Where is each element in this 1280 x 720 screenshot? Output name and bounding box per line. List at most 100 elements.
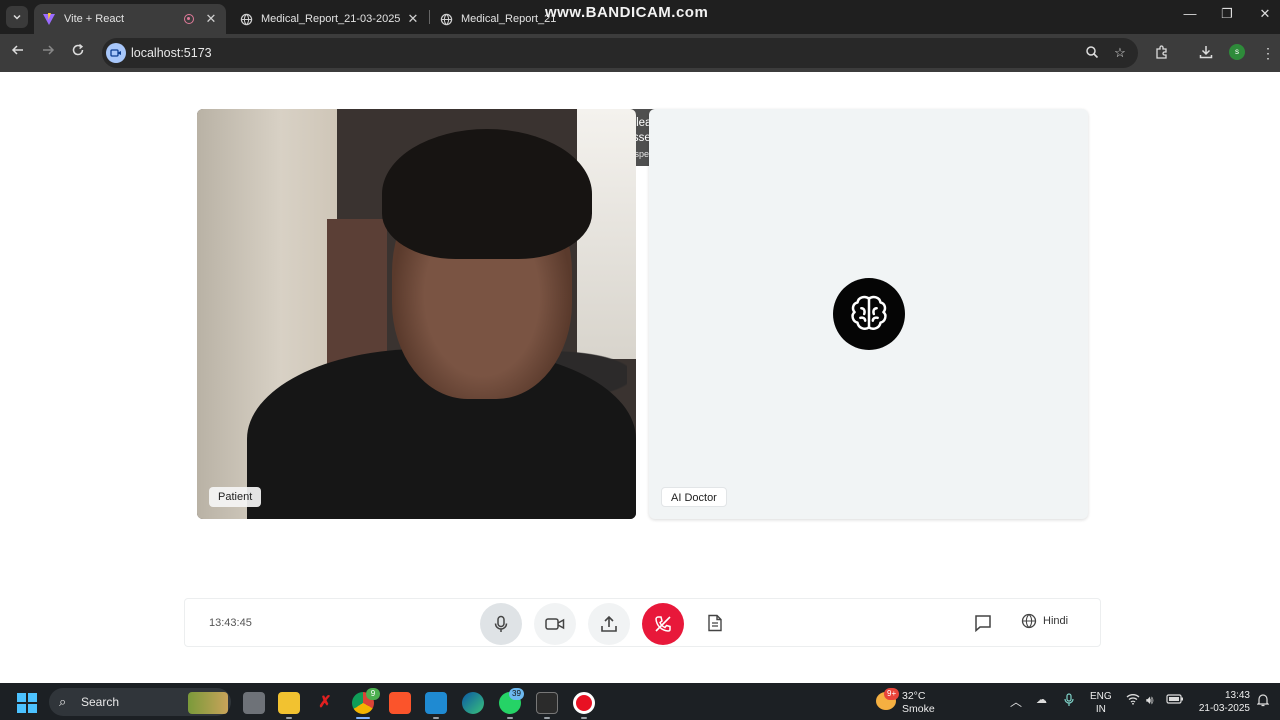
brain-icon xyxy=(851,295,887,330)
tab-medical-report-1[interactable]: Medical_Report_21-03-2025 (1) ✕ xyxy=(232,4,428,34)
video-camera-icon xyxy=(545,618,565,630)
arrow-left-icon xyxy=(11,45,23,55)
input-language-indicator[interactable]: ENG IN xyxy=(1090,690,1112,716)
close-window-icon[interactable]: ✕ xyxy=(1253,6,1277,22)
task-view-icon[interactable] xyxy=(243,692,265,714)
arrow-right-icon xyxy=(43,45,55,55)
tab-vite-react[interactable]: Vite + React ✕ xyxy=(34,4,226,34)
forward-button[interactable] xyxy=(37,42,59,64)
chat-button[interactable] xyxy=(971,611,995,635)
search-label: Search xyxy=(81,695,120,709)
whatsapp-badge: 39 xyxy=(509,688,524,700)
address-bar[interactable]: localhost:5173 ☆ xyxy=(102,38,1138,68)
microphone-icon xyxy=(494,615,508,632)
profile-avatar[interactable]: s xyxy=(1229,44,1245,60)
temperature: 32°C xyxy=(902,690,926,702)
wifi-icon[interactable] xyxy=(1126,693,1140,708)
running-indicator xyxy=(544,717,550,719)
end-call-button[interactable] xyxy=(642,603,684,645)
globe-icon xyxy=(240,13,253,25)
vscode-icon[interactable] xyxy=(425,692,447,714)
brave-icon[interactable] xyxy=(389,692,411,714)
browser-menu-icon[interactable]: ⋮ xyxy=(1259,44,1277,62)
battery-icon[interactable] xyxy=(1166,693,1184,707)
vpn-status-icon[interactable]: ☁ xyxy=(1036,693,1047,706)
close-tab-icon[interactable]: ✕ xyxy=(202,11,220,27)
ai-doctor-avatar xyxy=(833,278,905,350)
show-hidden-icons-icon[interactable]: ︿ xyxy=(1010,693,1022,710)
notifications-icon[interactable] xyxy=(1256,693,1270,710)
camera-toggle-button[interactable] xyxy=(534,603,576,645)
system-clock[interactable]: 13:43 21-03-2025 xyxy=(1194,689,1250,715)
tab-title: Medical_Report_21-03-2025 (1) xyxy=(261,13,404,25)
terminal-icon[interactable] xyxy=(536,692,558,714)
windows-taskbar: ⌕ Search ✗ xyxy=(0,683,1280,720)
patient-figure xyxy=(382,129,592,259)
ai-doctor-label: AI Doctor xyxy=(661,487,727,507)
running-indicator xyxy=(581,717,587,719)
bookmark-star-icon[interactable]: ☆ xyxy=(1112,45,1128,61)
chevron-down-icon xyxy=(13,14,21,20)
running-indicator xyxy=(286,717,292,719)
camera-in-use-icon[interactable] xyxy=(106,43,126,63)
weather-badge: 9+ xyxy=(884,688,900,700)
ai-doctor-panel: AI Doctor xyxy=(649,109,1088,519)
mic-button[interactable] xyxy=(480,603,522,645)
tab-title: Vite + React xyxy=(64,13,125,25)
url-text: localhost:5173 xyxy=(131,46,212,60)
start-button[interactable] xyxy=(17,693,37,713)
upload-button[interactable] xyxy=(588,603,630,645)
clock-time: 13:43 xyxy=(1224,690,1250,701)
input-lang-primary: ENG xyxy=(1090,691,1112,702)
edge-icon[interactable] xyxy=(462,692,484,714)
input-lang-region: IN xyxy=(1095,704,1106,715)
patient-label: Patient xyxy=(209,487,262,507)
volume-icon[interactable]: 🔊︎ xyxy=(1146,693,1154,708)
tab-search-menu-button[interactable] xyxy=(6,6,28,28)
zoom-icon[interactable] xyxy=(1084,45,1100,61)
windows-logo-icon xyxy=(17,693,26,702)
reload-button[interactable] xyxy=(67,42,89,64)
tab-separator xyxy=(429,10,430,24)
patient-video-panel: Patient xyxy=(197,109,636,519)
windows-logo-icon xyxy=(28,693,37,702)
chat-bubble-icon xyxy=(975,615,991,632)
browser-toolbar: localhost:5173 ☆ ⋮ xyxy=(0,34,1280,72)
running-indicator xyxy=(356,717,370,719)
phone-off-icon xyxy=(655,616,671,632)
vite-icon xyxy=(43,13,55,25)
back-button[interactable] xyxy=(7,42,29,64)
upload-icon xyxy=(601,615,617,632)
close-tab-icon[interactable]: ✕ xyxy=(404,11,422,27)
windows-logo-icon xyxy=(28,704,37,713)
language-label: Hindi xyxy=(1043,615,1069,627)
language-selector[interactable]: Hindi xyxy=(1021,613,1068,629)
chrome-badge: 9 xyxy=(366,688,380,700)
file-explorer-icon[interactable] xyxy=(278,692,300,714)
extensions-icon[interactable] xyxy=(1153,44,1171,62)
search-highlight-icon[interactable] xyxy=(188,692,228,714)
downloads-icon[interactable] xyxy=(1197,44,1215,62)
windows-logo-icon xyxy=(17,704,26,713)
acrobat-icon[interactable]: ✗ xyxy=(314,692,336,714)
browser-tab-strip: Vite + React ✕ Medical_Report_21-03-2025… xyxy=(0,0,1280,34)
reload-icon xyxy=(72,43,84,56)
globe-icon xyxy=(1021,613,1037,629)
microphone-tray-icon[interactable] xyxy=(1064,693,1074,710)
running-indicator xyxy=(507,717,513,719)
bandicam-icon[interactable] xyxy=(573,692,595,714)
search-icon: ⌕ xyxy=(59,694,67,709)
recording-indicator-icon xyxy=(184,14,194,24)
running-indicator xyxy=(433,717,439,719)
call-timer: 13:43:45 xyxy=(209,617,252,629)
bandicam-watermark: www.BANDICAM.com xyxy=(545,4,709,21)
weather-condition: Smoke xyxy=(902,703,935,715)
document-icon xyxy=(708,614,722,632)
clock-date: 21-03-2025 xyxy=(1198,703,1250,714)
weather-widget[interactable]: 32°C Smoke xyxy=(902,690,935,716)
globe-icon xyxy=(440,13,453,25)
report-button[interactable] xyxy=(703,611,727,635)
call-controls-bar: 13:43:45 Hindi xyxy=(184,598,1101,647)
minimize-window-icon[interactable]: — xyxy=(1178,6,1202,21)
restore-window-icon[interactable]: ❐ xyxy=(1215,6,1239,22)
